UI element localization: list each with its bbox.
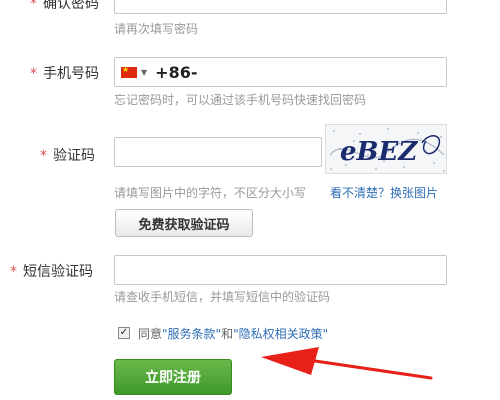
required-mark: * (40, 148, 47, 164)
sms-code-label-text: 短信验证码 (23, 264, 93, 280)
country-code: +86- (155, 62, 198, 82)
captcha-text: eBEZ (340, 137, 418, 167)
captcha-image-graphic: eBEZ (329, 128, 445, 172)
agreement-prefix: 同意 (138, 327, 163, 341)
sms-code-label: * 短信验证码 (10, 261, 93, 281)
get-verification-code-button[interactable]: 免费获取验证码 (115, 209, 253, 237)
red-arrow-annotation (261, 347, 433, 380)
captcha-input[interactable] (114, 137, 322, 167)
required-mark: * (30, 66, 37, 82)
captcha-refresh-link[interactable]: 看不清楚？换张图片 (330, 184, 438, 201)
required-mark: * (10, 264, 17, 280)
china-flag-icon[interactable] (121, 64, 137, 78)
agreement-and: 和 (221, 327, 234, 341)
phone-input[interactable]: ▼ +86- (114, 57, 447, 87)
captcha-label: * 验证码 (40, 145, 95, 165)
registration-form: * 确认密码 请再次填写密码 * 手机号码 ▼ +86- 忘记密码时，可以通过该手机… (0, 0, 500, 400)
confirm-password-label-text: 确认密码 (43, 0, 99, 12)
phone-label: * 手机号码 (30, 63, 99, 83)
confirm-password-input[interactable] (114, 0, 447, 14)
required-mark: * (30, 0, 37, 12)
checkmark-icon: ✓ (119, 327, 129, 338)
confirm-password-hint: 请再次填写密码 (114, 22, 199, 36)
confirm-password-label: * 确认密码 (30, 0, 99, 13)
sms-code-hint: 请查收手机短信，并填写短信中的验证码 (114, 290, 331, 304)
agreement-checkbox[interactable]: ✓ (118, 327, 130, 339)
captcha-hint: 请填写图片中的字符，不区分大小写 (114, 186, 307, 200)
agreement-text: 同意"服务条款"和"隐私权相关政策" (138, 325, 328, 342)
captcha-label-text: 验证码 (53, 148, 95, 164)
sms-code-input[interactable] (114, 255, 447, 285)
register-button[interactable]: 立即注册 (114, 359, 232, 395)
phone-label-text: 手机号码 (43, 66, 99, 82)
terms-of-service-link[interactable]: "服务条款" (162, 327, 221, 341)
privacy-policy-link[interactable]: "隐私权相关政策" (233, 327, 328, 341)
captcha-image[interactable]: eBEZ (325, 124, 447, 174)
phone-hint: 忘记密码时，可以通过该手机号码快速找回密码 (114, 93, 367, 107)
chevron-down-icon[interactable]: ▼ (141, 68, 147, 77)
